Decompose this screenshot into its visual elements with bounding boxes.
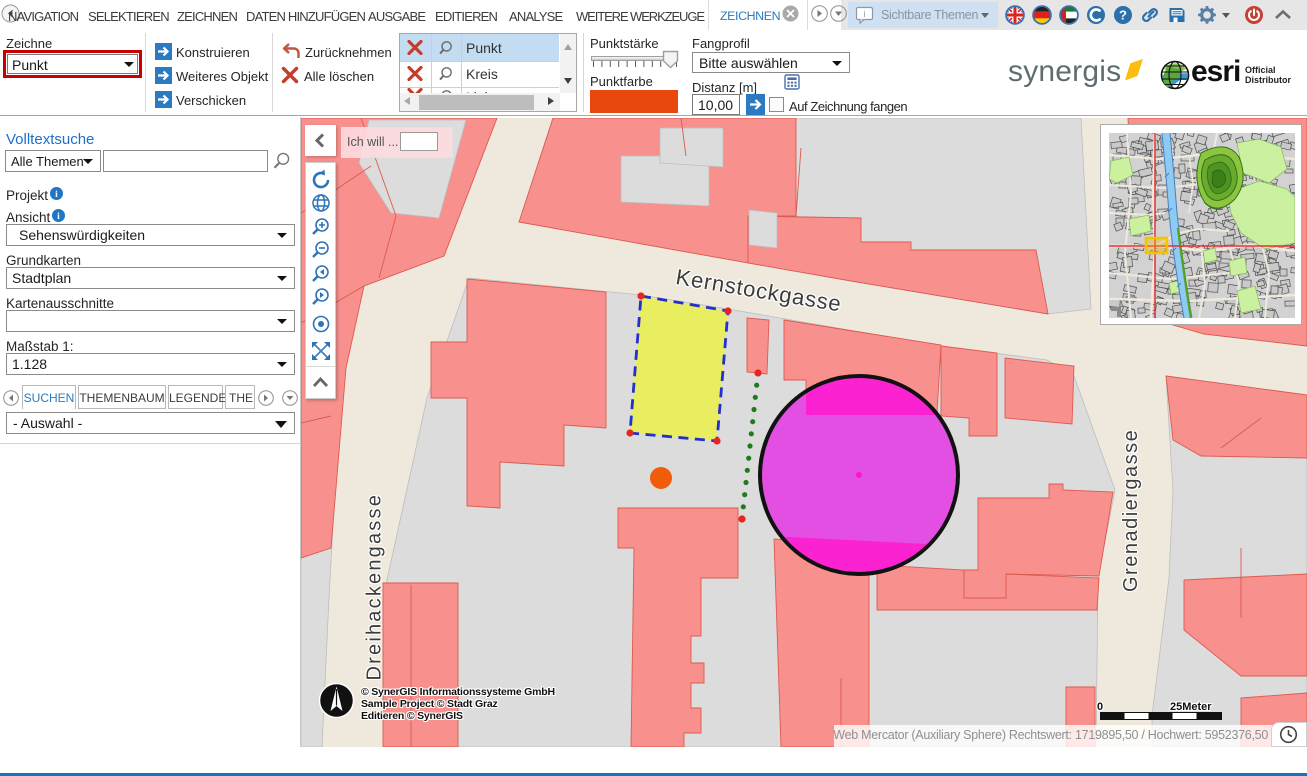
svg-text:?: ? [1119,8,1127,23]
svg-text:i: i [57,212,60,222]
svg-text:i: i [55,190,58,200]
svg-text:i: i [864,9,866,19]
